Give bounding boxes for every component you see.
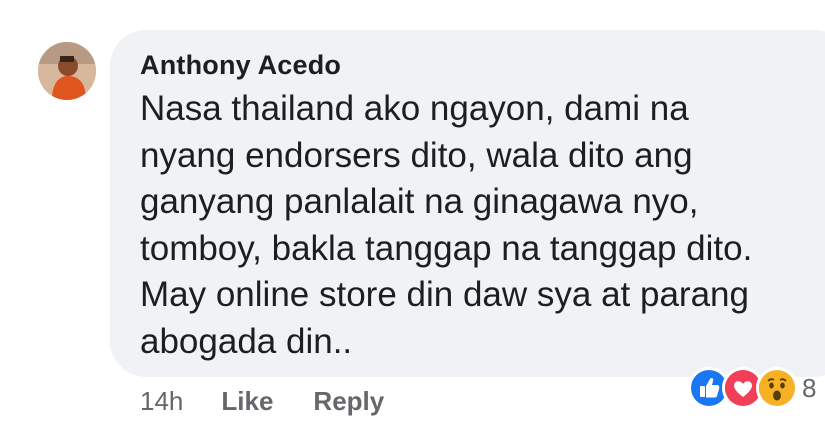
like-button[interactable]: Like (221, 386, 273, 417)
comment-line: tomboy, bakla tanggap na tanggap dito. (140, 228, 753, 268)
comment-line: ganyang panlalait na ginagawa nyo, (140, 182, 699, 221)
comment-body: Nasa thailand ako ngayon, dami na nyang … (140, 86, 825, 365)
reaction-summary[interactable]: 8 (688, 367, 817, 409)
comment-line: nyang endorsers dito, wala dito ang (140, 135, 693, 175)
reply-button[interactable]: Reply (313, 386, 384, 417)
wow-reaction-icon (756, 367, 798, 409)
reaction-count: 8 (802, 372, 817, 403)
comment-line: Nasa thailand ako ngayon, dami na (140, 89, 689, 128)
comment-line: abogada din.. (140, 321, 353, 361)
comment-line: May online store din daw sya at parang (140, 275, 749, 314)
comment: Anthony Acedo Nasa thailand ako ngayon, … (0, 0, 825, 431)
comment-author[interactable]: Anthony Acedo (140, 50, 341, 81)
comment-actions: 14h Like Reply (140, 383, 384, 419)
avatar[interactable] (38, 42, 96, 100)
comment-timestamp[interactable]: 14h (140, 386, 183, 417)
profile-photo-icon (38, 42, 96, 100)
